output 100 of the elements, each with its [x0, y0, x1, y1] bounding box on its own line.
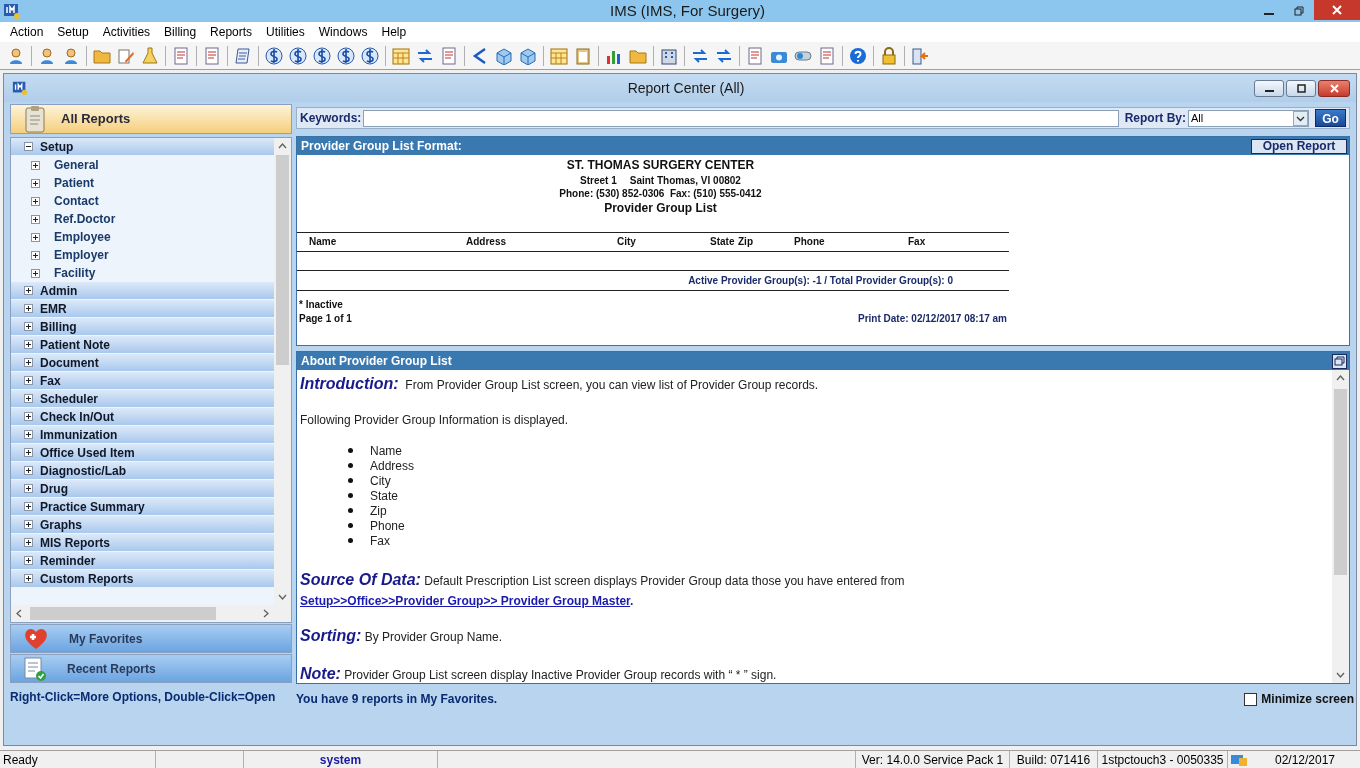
favorites-note: You have 9 reports in My Favorites. [296, 691, 498, 708]
tree-category[interactable]: Drug [11, 480, 274, 498]
expand-icon[interactable] [31, 232, 40, 242]
restore-button[interactable] [1286, 79, 1316, 97]
tree-category[interactable]: Reminder [11, 552, 274, 570]
menu-item[interactable]: Billing [157, 23, 204, 41]
expand-icon[interactable] [24, 484, 33, 493]
tree-category[interactable]: Graphs [11, 516, 274, 534]
expand-icon[interactable] [24, 340, 33, 349]
tree-item[interactable]: Contact [11, 192, 274, 210]
scroll-thumb[interactable] [1334, 389, 1347, 575]
close-button[interactable] [1314, 0, 1360, 20]
bullet-icon [348, 463, 353, 468]
minimize-screen-checkbox[interactable] [1244, 692, 1258, 706]
tree-category[interactable]: Patient Note [11, 336, 274, 354]
menu-item[interactable]: Utilities [259, 23, 312, 41]
menu-item[interactable]: Help [374, 23, 414, 41]
inactive-note: * Inactive [298, 299, 344, 311]
column-header: Name [309, 236, 338, 248]
expand-icon[interactable] [24, 448, 33, 457]
expand-icon[interactable] [24, 322, 33, 331]
tree-item[interactable]: General [11, 156, 274, 174]
sidebar-section-button[interactable]: My Favorites [10, 624, 292, 653]
menu-item[interactable]: Windows [311, 23, 375, 41]
field-name: City [370, 472, 391, 490]
city-text: Saint Thomas, VI 00802 [629, 175, 741, 187]
tree-category[interactable]: Custom Reports [11, 570, 274, 588]
build-text: Build: 071416 [1010, 750, 1098, 768]
tree-category[interactable]: Diagnostic/Lab [11, 462, 274, 480]
expand-icon[interactable] [24, 502, 33, 511]
close-button[interactable] [1318, 79, 1350, 97]
expand-icon[interactable] [24, 556, 33, 565]
expand-icon[interactable] [31, 160, 40, 170]
expand-icon[interactable] [24, 412, 33, 421]
tree-category[interactable]: EMR [11, 300, 274, 318]
tree-category[interactable]: Admin [11, 282, 274, 300]
horizontal-scrollbar[interactable] [11, 605, 291, 622]
tree-item[interactable]: Employee [11, 228, 274, 246]
source-paragraph: Source Of Data: Default Prescription List screen displays Provider Group data those you have entered from Setup>>Office>>Provider Group>> Provider Group Master. [300, 570, 906, 610]
expand-icon[interactable] [24, 466, 33, 475]
calendar-icon [392, 46, 410, 65]
expand-icon[interactable] [31, 268, 40, 278]
scroll-thumb[interactable] [30, 607, 216, 620]
open-report-button[interactable]: Open Report [1251, 138, 1347, 154]
report-by-label: Report By: [1124, 110, 1186, 127]
expand-icon[interactable] [24, 430, 33, 439]
tree-item[interactable]: Patient [11, 174, 274, 192]
field-name: Fax [370, 532, 390, 550]
collapse-icon[interactable] [24, 142, 33, 151]
tree-category[interactable]: Office Used Item [11, 444, 274, 462]
expand-icon[interactable] [31, 178, 40, 188]
expand-icon[interactable] [24, 574, 33, 583]
calendar-icon [550, 46, 568, 65]
report-by-dropdown[interactable]: All [1188, 109, 1309, 127]
tree-category[interactable]: Scheduler [11, 390, 274, 408]
restore-icon [1296, 83, 1306, 93]
go-button[interactable]: Go [1315, 109, 1346, 127]
print-date: Print Date: 02/12/2017 08:17 am [858, 313, 1007, 325]
maximize-icon[interactable] [1332, 353, 1347, 369]
tree-item[interactable]: Employer [11, 246, 274, 264]
expand-icon[interactable] [24, 394, 33, 403]
hint-text: Right-Click=More Options, Double-Click=Open [10, 689, 277, 706]
minimize-button[interactable] [1254, 79, 1284, 97]
keywords-field[interactable] [363, 109, 1119, 127]
expand-icon[interactable] [24, 538, 33, 547]
tree-category[interactable]: Fax [11, 372, 274, 390]
app-logo-icon [3, 2, 21, 20]
tree-category[interactable]: Setup [11, 138, 274, 156]
tree-category[interactable]: Immunization [11, 426, 274, 444]
menu-item[interactable]: Activities [95, 23, 158, 41]
source-link[interactable]: Setup>>Office>>Provider Group>> Provider Group Master [300, 594, 631, 608]
all-reports-header[interactable]: All Reports [10, 104, 292, 134]
menu-item[interactable]: Setup [50, 23, 96, 41]
tree-item[interactable]: Facility [11, 264, 274, 282]
keywords-label: Keywords: [300, 110, 362, 127]
bullet-icon [348, 478, 353, 483]
expand-icon[interactable] [24, 520, 33, 529]
menu-item[interactable]: Action [3, 23, 51, 41]
tree-category[interactable]: Check In/Out [11, 408, 274, 426]
tree-category[interactable]: MIS Reports [11, 534, 274, 552]
expand-icon[interactable] [31, 214, 40, 224]
tree-category[interactable]: Document [11, 354, 274, 372]
arrows-icon [691, 46, 709, 65]
sidebar-section-button[interactable]: Recent Reports [10, 654, 292, 683]
menu-item[interactable]: Reports [203, 23, 260, 41]
scroll-thumb[interactable] [276, 155, 289, 365]
notes-icon [234, 46, 252, 65]
tree-category[interactable]: Practice Summary [11, 498, 274, 516]
vertical-scrollbar[interactable] [274, 138, 291, 605]
tree-category[interactable]: Billing [11, 318, 274, 336]
sorting-paragraph: Sorting: By Provider Group Name. [300, 626, 504, 646]
expand-icon[interactable] [31, 250, 40, 260]
tree-item[interactable]: Ref.Doctor [11, 210, 274, 228]
vertical-scrollbar[interactable] [1332, 370, 1349, 683]
organization-name: ST. THOMAS SURGERY CENTER [565, 158, 756, 172]
expand-icon[interactable] [24, 358, 33, 367]
expand-icon[interactable] [24, 376, 33, 385]
expand-icon[interactable] [31, 196, 40, 206]
expand-icon[interactable] [24, 286, 33, 295]
expand-icon[interactable] [24, 304, 33, 313]
